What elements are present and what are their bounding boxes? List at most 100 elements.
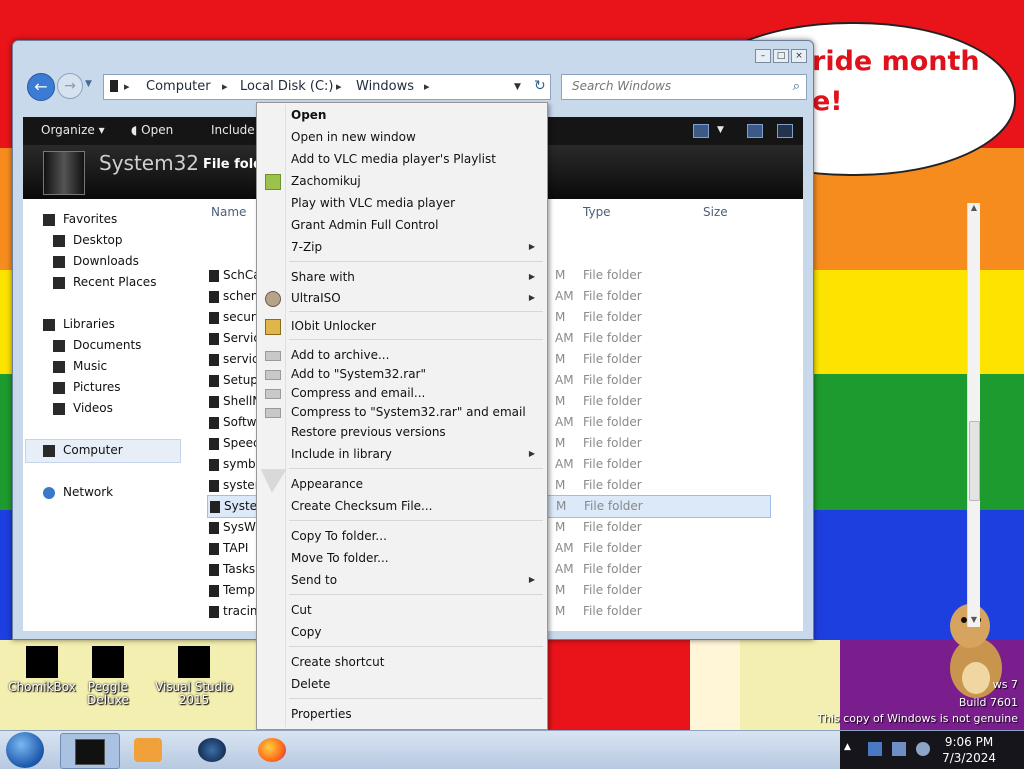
menu-item-iobit-unlocker[interactable]: IObit Unlocker (259, 316, 545, 336)
menu-item-open[interactable]: Open (259, 105, 545, 125)
downloads-icon (53, 255, 65, 268)
show-hidden-icons-icon[interactable]: ▲ (844, 742, 858, 756)
taskbar-firefox[interactable] (244, 733, 302, 767)
menu-item-restore-versions[interactable]: Restore previous versions (259, 422, 545, 442)
menu-item-properties[interactable]: Properties (259, 704, 545, 724)
scrollbar-thumb[interactable] (969, 421, 980, 501)
nav-pictures[interactable]: Pictures (53, 377, 121, 397)
folder-icon (209, 417, 219, 429)
menu-item-grant-admin[interactable]: Grant Admin Full Control (259, 215, 545, 235)
recent-pages-dropdown[interactable]: ▼ (85, 79, 92, 89)
menu-item-copy[interactable]: Copy (259, 622, 545, 642)
breadcrumb-separator-icon[interactable]: ▸ (222, 80, 228, 93)
nav-videos[interactable]: Videos (53, 398, 113, 418)
menu-item-compress-email[interactable]: Compress and email... (259, 383, 545, 403)
recent-places-icon (53, 276, 65, 289)
system-clock[interactable]: 9:06 PM 7/3/2024 (942, 734, 996, 766)
nav-music[interactable]: Music (53, 356, 107, 376)
maximize-button[interactable]: □ (773, 49, 789, 63)
menu-label: Grant Admin Full Control (291, 218, 439, 232)
taskbar-explorer[interactable] (60, 733, 120, 769)
desktop-icon-visual-studio[interactable]: Visual Studio 2015 (152, 646, 236, 707)
folder-icon (209, 333, 219, 345)
menu-item-compress-rar-email[interactable]: Compress to "System32.rar" and email (259, 402, 545, 422)
nav-documents[interactable]: Documents (53, 335, 141, 355)
menu-item-play-vlc[interactable]: Play with VLC media player (259, 193, 545, 213)
taskbar-media-player[interactable] (120, 733, 178, 767)
menu-separator (289, 520, 543, 521)
nav-libraries[interactable]: Libraries (43, 314, 115, 334)
nav-recent-places[interactable]: Recent Places (53, 272, 156, 292)
menu-item-copy-to-folder[interactable]: Copy To folder... (259, 526, 545, 546)
start-button[interactable] (6, 732, 44, 768)
menu-item-add-vlc-playlist[interactable]: Add to VLC media player's Playlist (259, 149, 545, 169)
menu-item-move-to-folder[interactable]: Move To folder... (259, 548, 545, 568)
search-input[interactable] (570, 78, 774, 94)
tray-app-icon[interactable] (868, 742, 882, 756)
menu-item-zachomikuj[interactable]: Zachomikuj (259, 171, 545, 191)
folder-icon (209, 438, 219, 450)
breadcrumb-computer[interactable]: Computer (146, 79, 211, 94)
search-icon[interactable]: ⌕ (793, 79, 800, 94)
menu-item-ultraiso[interactable]: UltraISO ▶ (259, 288, 545, 308)
menu-item-include-library[interactable]: Include in library ▶ (259, 444, 545, 464)
view-options-icon[interactable] (693, 124, 709, 138)
nav-desktop[interactable]: Desktop (53, 230, 123, 250)
nav-downloads[interactable]: Downloads (53, 251, 139, 271)
breadcrumb-local-disk[interactable]: Local Disk (C:) (240, 79, 333, 94)
minimize-button[interactable]: – (755, 49, 771, 63)
taskbar-app-orb[interactable] (184, 733, 242, 767)
open-button[interactable]: ◖ Open (131, 123, 173, 137)
column-header-size[interactable]: Size (703, 205, 728, 219)
view-dropdown-icon[interactable]: ▼ (717, 125, 724, 135)
help-icon[interactable] (777, 124, 793, 138)
breadcrumb-windows[interactable]: Windows (356, 79, 414, 94)
bubble-text-line1: ride month (812, 46, 980, 77)
breadcrumb-separator-icon[interactable]: ▸ (424, 80, 430, 93)
visual-studio-icon (178, 646, 210, 678)
desktop-icon-peggle[interactable]: Peggle Deluxe (66, 646, 150, 707)
scroll-down-icon[interactable]: ▼ (968, 615, 980, 627)
context-menu: Open Open in new window Add to VLC media… (256, 102, 548, 730)
menu-item-delete[interactable]: Delete (259, 674, 545, 694)
submenu-arrow-icon: ▶ (528, 293, 535, 302)
row-date: M (555, 394, 566, 408)
breadcrumb-separator-icon[interactable]: ▸ (124, 80, 130, 93)
address-box[interactable]: ▸ Computer ▸ Local Disk (C:) ▸ Windows ▸… (103, 74, 551, 100)
search-box[interactable]: ⌕ (561, 74, 807, 100)
menu-item-add-to-archive[interactable]: Add to archive... (259, 345, 545, 365)
menu-item-add-to-rar[interactable]: Add to "System32.rar" (259, 364, 545, 384)
address-dropdown-icon[interactable]: ▼ (514, 82, 521, 92)
menu-item-share-with[interactable]: Share with ▶ (259, 267, 545, 287)
nav-network[interactable]: Network (43, 482, 113, 502)
menu-item-appearance[interactable]: Appearance (259, 474, 545, 494)
preview-pane-icon[interactable] (747, 124, 763, 138)
close-button[interactable]: × (791, 49, 807, 63)
column-header-name[interactable]: Name (211, 205, 246, 219)
row-date: M (555, 583, 566, 597)
volume-icon[interactable] (916, 742, 930, 756)
menu-label: Move To folder... (291, 551, 389, 565)
nav-computer[interactable]: Computer (43, 440, 123, 460)
scroll-up-icon[interactable]: ▲ (968, 203, 980, 215)
nav-favorites[interactable]: Favorites (43, 209, 117, 229)
breadcrumb-separator-icon[interactable]: ▸ (336, 80, 342, 93)
menu-item-create-shortcut[interactable]: Create shortcut (259, 652, 545, 672)
vertical-scrollbar[interactable]: ▲ ▼ (967, 203, 980, 627)
menu-item-send-to[interactable]: Send to ▶ (259, 570, 545, 590)
menu-item-7zip[interactable]: 7-Zip ▶ (259, 237, 545, 257)
back-button[interactable]: ← (27, 73, 55, 101)
refresh-icon[interactable]: ↻ (534, 78, 546, 94)
menu-item-open-new-window[interactable]: Open in new window (259, 127, 545, 147)
row-name: Setup (223, 373, 258, 387)
include-in-library-button[interactable]: Include i (211, 123, 262, 137)
network-tray-icon[interactable] (892, 742, 906, 756)
row-date: M (555, 520, 566, 534)
menu-item-checksum[interactable]: Create Checksum File... (259, 496, 545, 516)
column-header-type[interactable]: Type (583, 205, 611, 219)
organize-button[interactable]: Organize ▾ (41, 123, 105, 137)
peggle-icon (92, 646, 124, 678)
forward-button[interactable]: → (57, 73, 83, 99)
notification-area: ▲ 9:06 PM 7/3/2024 (840, 731, 1024, 769)
menu-item-cut[interactable]: Cut (259, 600, 545, 620)
